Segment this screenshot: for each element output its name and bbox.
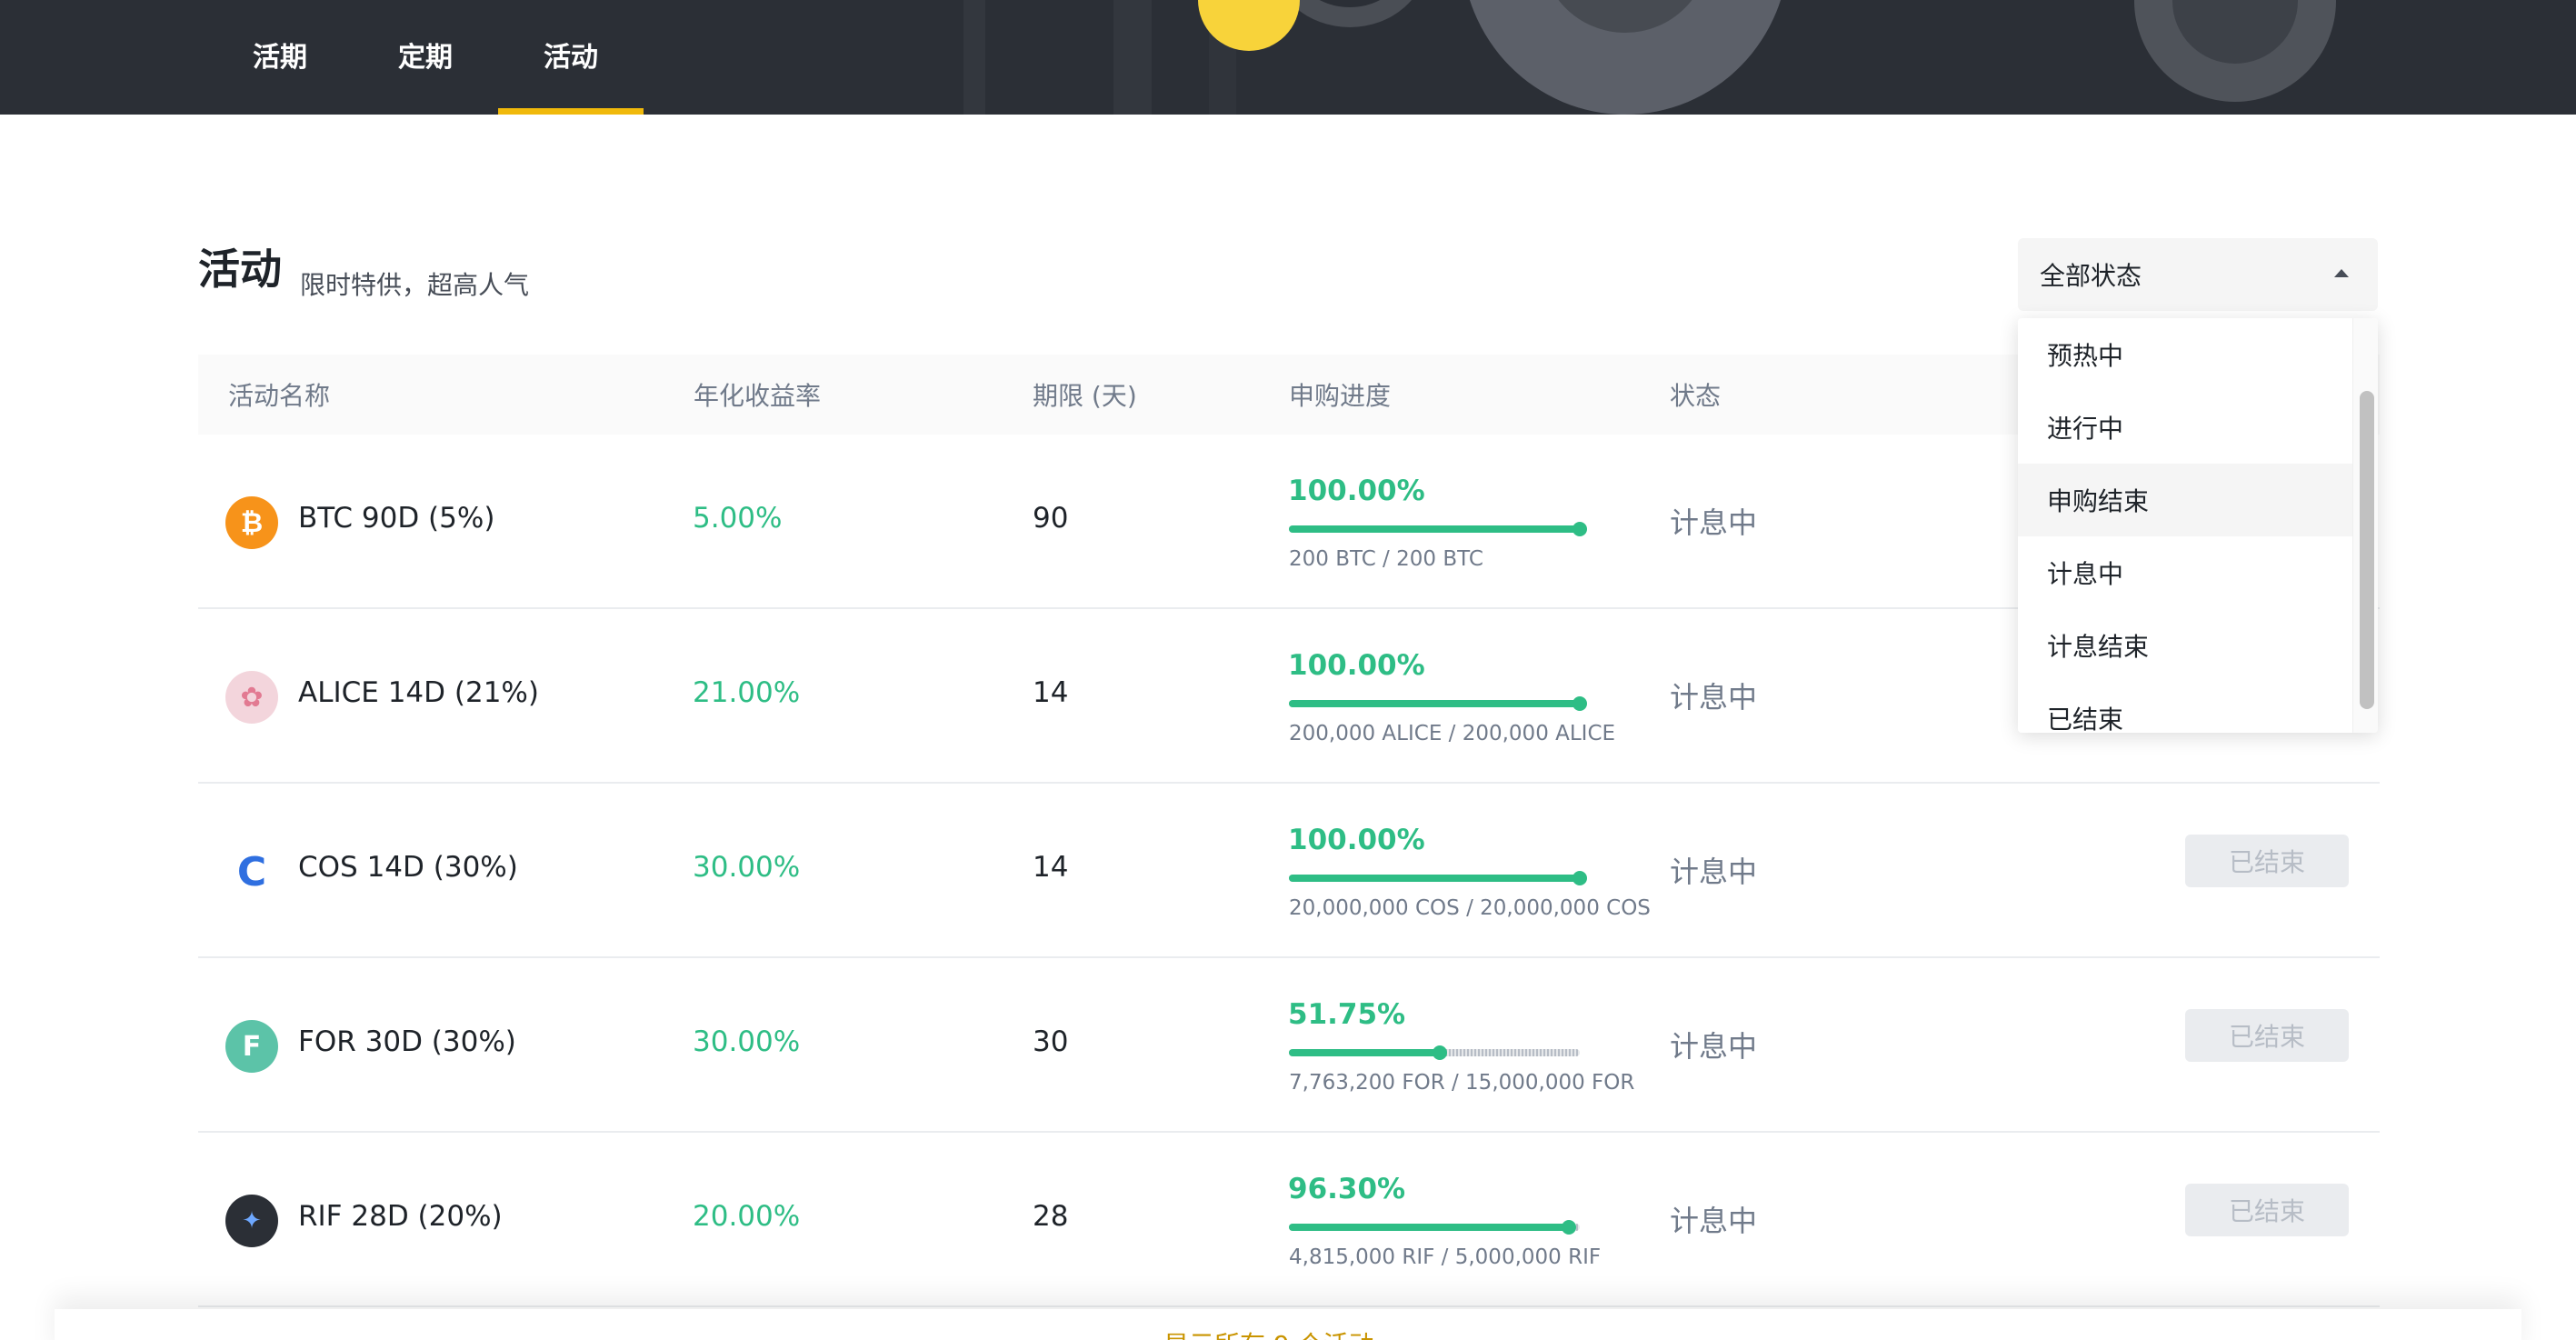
progress-bar-knob — [1573, 871, 1587, 885]
progress-percent: 100.00% — [1288, 824, 1425, 856]
progress-percent: 96.30% — [1288, 1173, 1406, 1205]
status-text: 计息中 — [1670, 680, 1758, 715]
status-option-ended[interactable]: 已结束 — [2018, 682, 2378, 733]
status-filter-menu: 预热中 进行中 申购结束 计息中 计息结束 已结束 — [2018, 318, 2378, 733]
tab-flexible[interactable]: 活期 — [207, 0, 353, 115]
status-text: 计息中 — [1670, 505, 1758, 540]
progress-bar — [1289, 522, 1587, 536]
ended-button[interactable]: 已结束 — [2185, 1009, 2349, 1062]
table-row: C COS 14D (30%) 30.00% 14 100.00% 20,000… — [198, 784, 2380, 958]
subscription-amount: 7,763,200 FOR / 15,000,000 FOR — [1289, 1071, 1635, 1095]
term-days: 14 — [1033, 676, 1069, 709]
subscription-amount: 200,000 ALICE / 200,000 ALICE — [1289, 722, 1616, 745]
term-days: 90 — [1033, 502, 1069, 535]
progress-bar — [1289, 696, 1587, 711]
status-filter-value: 全部状态 — [2040, 261, 2142, 291]
subscription-amount: 20,000,000 COS / 20,000,000 COS — [1289, 896, 1651, 920]
status-filter-select[interactable]: 全部状态 — [2018, 238, 2378, 311]
subscription-amount: 200 BTC / 200 BTC — [1289, 547, 1483, 571]
status-option-accrual-ended[interactable]: 计息结束 — [2018, 609, 2378, 682]
term-days: 30 — [1033, 1025, 1069, 1058]
caret-up-icon — [2334, 269, 2349, 277]
status-text: 计息中 — [1670, 1029, 1758, 1064]
activity-name: ALICE 14D (21%) — [298, 676, 539, 709]
rif-icon: ✦ — [225, 1195, 278, 1247]
table-row: ✦ RIF 28D (20%) 20.00% 28 96.30% 4,815,0… — [198, 1133, 2380, 1307]
annual-rate: 5.00% — [693, 502, 783, 535]
activity-name: RIF 28D (20%) — [298, 1200, 503, 1233]
progress-bar-fill — [1289, 1049, 1440, 1056]
progress-bar — [1289, 1220, 1580, 1235]
progress-bar-fill — [1289, 875, 1580, 882]
subscription-amount: 4,815,000 RIF / 5,000,000 RIF — [1289, 1245, 1602, 1269]
status-option-preheat[interactable]: 预热中 — [2018, 318, 2378, 391]
status-text: 计息中 — [1670, 855, 1758, 889]
column-header-name: 活动名称 — [228, 381, 331, 411]
btc-icon: ₿ — [225, 496, 278, 549]
activity-name: COS 14D (30%) — [298, 851, 518, 884]
progress-bar-fill — [1289, 1224, 1570, 1231]
annual-rate: 30.00% — [693, 851, 801, 884]
progress-percent: 51.75% — [1288, 998, 1406, 1031]
status-option-subscription-ended[interactable]: 申购结束 — [2018, 464, 2378, 536]
term-days: 28 — [1033, 1200, 1069, 1233]
menu-scrollbar[interactable] — [2352, 318, 2378, 733]
ended-button[interactable]: 已结束 — [2185, 1184, 2349, 1236]
progress-bar-fill — [1289, 700, 1580, 707]
product-tabs: 活期 定期 活动 — [207, 0, 644, 115]
status-text: 计息中 — [1670, 1204, 1758, 1238]
progress-percent: 100.00% — [1288, 475, 1425, 507]
annual-rate: 20.00% — [693, 1200, 801, 1233]
banner-decoration — [964, 0, 985, 115]
tab-locked[interactable]: 定期 — [353, 0, 498, 115]
cos-icon: C — [225, 845, 278, 898]
page-title: 活动 — [198, 242, 282, 296]
column-header-rate: 年化收益率 — [694, 381, 822, 411]
progress-bar-knob — [1573, 522, 1587, 536]
status-option-accruing[interactable]: 计息中 — [2018, 536, 2378, 609]
top-banner: 活期 定期 活动 — [0, 0, 2576, 115]
annual-rate: 21.00% — [693, 676, 801, 709]
activity-name: FOR 30D (30%) — [298, 1025, 516, 1058]
column-header-progress: 申购进度 — [1289, 381, 1392, 411]
progress-bar — [1289, 1045, 1580, 1060]
column-header-status: 状态 — [1670, 381, 1722, 411]
annual-rate: 30.00% — [693, 1025, 801, 1058]
term-days: 14 — [1033, 851, 1069, 884]
show-all-link[interactable]: 显示所有 9 个活动 — [1163, 1325, 1374, 1340]
progress-bar-fill — [1289, 525, 1580, 533]
table-row: F FOR 30D (30%) 30.00% 30 51.75% 7,763,2… — [198, 958, 2380, 1133]
alice-icon: ✿ — [225, 671, 278, 724]
for-icon: F — [225, 1020, 278, 1073]
column-header-term: 期限 (天) — [1033, 381, 1137, 411]
tab-activities[interactable]: 活动 — [498, 0, 644, 115]
menu-scrollbar-thumb[interactable] — [2360, 391, 2374, 709]
progress-bar-knob — [1432, 1045, 1447, 1060]
status-option-ongoing[interactable]: 进行中 — [2018, 391, 2378, 464]
progress-bar-knob — [1562, 1220, 1577, 1235]
progress-bar — [1289, 871, 1587, 885]
ended-button[interactable]: 已结束 — [2185, 835, 2349, 887]
progress-bar-knob — [1573, 696, 1587, 711]
activity-name: BTC 90D (5%) — [298, 502, 495, 535]
progress-percent: 100.00% — [1288, 649, 1425, 682]
page-subtitle: 限时特供，超高人气 — [300, 270, 530, 300]
banner-decoration — [1113, 0, 1152, 115]
